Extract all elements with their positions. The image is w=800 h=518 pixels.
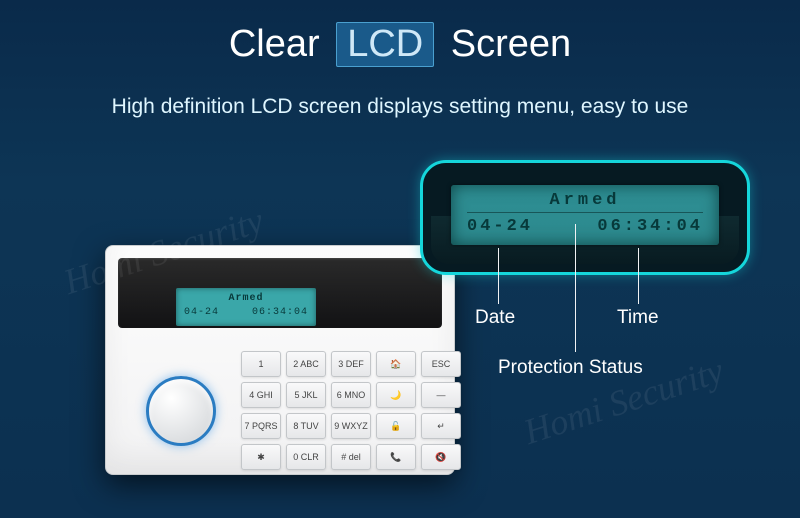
keypad-key: 4 GHI: [241, 382, 281, 408]
keypad-key: ↵: [421, 413, 461, 439]
keypad-key: ESC: [421, 351, 461, 377]
keypad-key: 8 TUV: [286, 413, 326, 439]
title-highlight-box: LCD: [336, 22, 434, 67]
callout-lcd-status: Armed: [467, 191, 703, 210]
callout-lcd: Armed 04-24 06:34:04: [451, 185, 719, 245]
callout-lcd-date: 04-24: [467, 217, 533, 236]
title-suffix: Screen: [451, 23, 571, 65]
keypad-key: 0 CLR: [286, 444, 326, 470]
keypad-key: 7 PQRS: [241, 413, 281, 439]
small-lcd-time: 06:34:04: [252, 306, 308, 320]
pointer-line-time: [638, 248, 639, 304]
keypad-key: 6 MNO: [331, 382, 371, 408]
keypad-key: ✱: [241, 444, 281, 470]
small-lcd-date: 04-24: [184, 306, 219, 320]
callout-lcd-time: 06:34:04: [597, 217, 703, 236]
subtitle: High definition LCD screen displays sett…: [0, 95, 800, 119]
page-title: Clear LCD Screen: [229, 22, 571, 67]
keypad-key: 📞: [376, 444, 416, 470]
device-keypad: 12 ABC3 DEF🏠ESC 4 GHI5 JKL6 MNO🌙— 7 PQRS8 …: [241, 351, 461, 470]
label-date: Date: [475, 307, 515, 329]
keypad-key: 🔓: [376, 413, 416, 439]
keypad-key: 9 WXYZ: [331, 413, 371, 439]
device-top-bezel: Armed 04-24 06:34:04: [118, 258, 442, 328]
pointer-line-date: [498, 248, 499, 304]
lcd-callout-bubble: Armed 04-24 06:34:04: [420, 160, 750, 275]
small-lcd-status: Armed: [184, 292, 308, 306]
label-time: Time: [617, 307, 659, 329]
alarm-keypad-device: Armed 04-24 06:34:04 12 ABC3 DEF🏠ESC4 GH…: [105, 245, 455, 475]
keypad-key: 1: [241, 351, 281, 377]
keypad-key: 5 JKL: [286, 382, 326, 408]
keypad-key: 🌙: [376, 382, 416, 408]
device-dial-ring: [146, 376, 216, 446]
keypad-key: # del: [331, 444, 371, 470]
pointer-line-status: [575, 224, 576, 352]
keypad-key: 🏠: [376, 351, 416, 377]
keypad-key: 🔇: [421, 444, 461, 470]
keypad-key: 2 ABC: [286, 351, 326, 377]
title-prefix: Clear: [229, 23, 320, 65]
keypad-key: 3 DEF: [331, 351, 371, 377]
device-lcd-small: Armed 04-24 06:34:04: [176, 288, 316, 326]
label-status: Protection Status: [498, 357, 643, 379]
keypad-key: —: [421, 382, 461, 408]
